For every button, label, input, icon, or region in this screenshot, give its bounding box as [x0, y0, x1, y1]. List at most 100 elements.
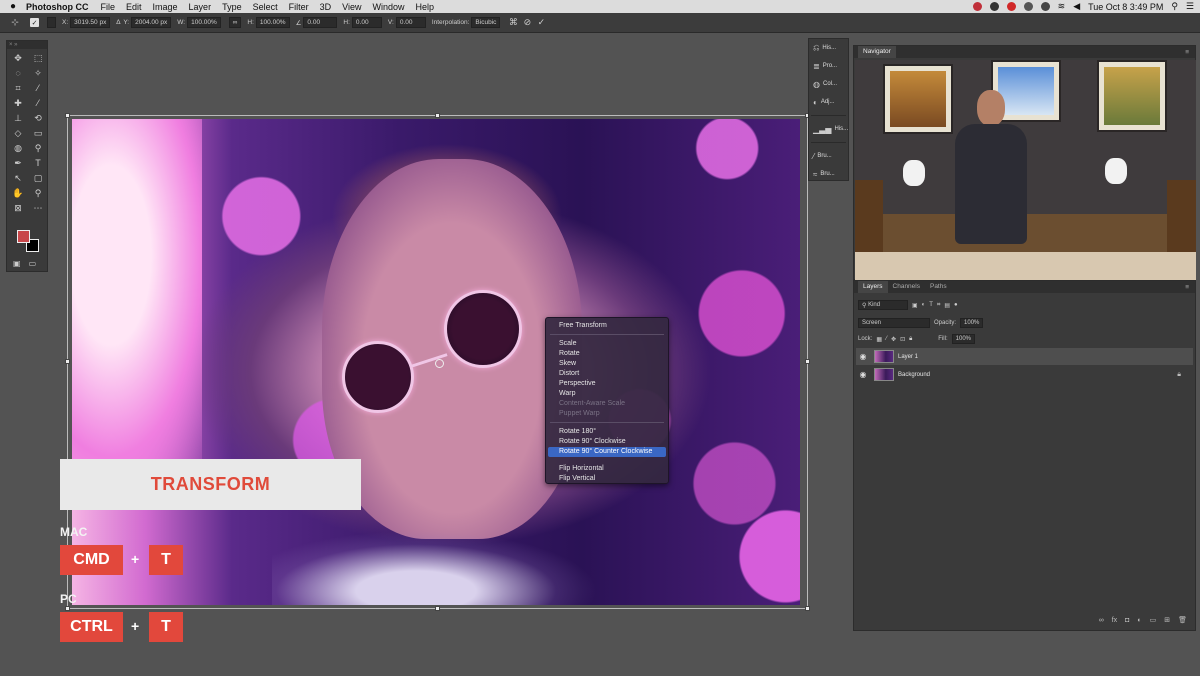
filter-shape-icon[interactable]: ⌗ — [937, 302, 940, 309]
rotation-angle-field[interactable]: 0.00 — [303, 17, 338, 28]
tools-panel-header[interactable]: × » — [7, 41, 47, 49]
panel-history[interactable]: ⎌ His... — [809, 39, 848, 57]
transform-handle-top-left[interactable] — [65, 113, 70, 118]
interpolation-select[interactable]: Bicubic — [471, 17, 501, 28]
shape-tool-icon[interactable]: ▢ — [28, 171, 48, 185]
layer-row-background[interactable]: ◉ Background 🔒︎ — [856, 366, 1193, 383]
foreground-color-swatch[interactable] — [17, 230, 30, 243]
maintain-aspect-ratio-icon[interactable]: ∞ — [228, 17, 242, 28]
quick-mask-icon[interactable]: ▣ — [13, 259, 21, 268]
horizontal-skew-field[interactable]: 0.00 — [351, 17, 382, 28]
link-layers-icon[interactable]: ∞ — [1099, 617, 1104, 624]
screen-mode-icon[interactable]: ▭ — [29, 259, 37, 268]
creative-cloud-icon[interactable] — [1006, 2, 1016, 11]
history-brush-icon[interactable]: ⟲ — [28, 111, 48, 125]
transform-handle-top[interactable] — [435, 113, 440, 118]
menu-item-rotate[interactable]: Rotate — [546, 349, 668, 359]
blend-mode-select[interactable]: Screen — [858, 318, 930, 328]
menu-item-flip-horizontal[interactable]: Flip Horizontal — [546, 464, 668, 474]
app-menu[interactable]: Photoshop CC — [26, 2, 89, 12]
delete-layer-icon[interactable]: 🗑︎ — [1178, 616, 1187, 624]
relative-position-icon[interactable]: ∆ — [116, 19, 120, 26]
menu-help[interactable]: Help — [415, 2, 434, 12]
group-layers-icon[interactable]: ▭ — [1150, 616, 1157, 624]
fill-field[interactable]: 100% — [951, 334, 975, 344]
lasso-tool-icon[interactable]: ◌ — [8, 66, 28, 80]
adobe-cc-icon[interactable] — [972, 2, 982, 11]
lock-image-icon[interactable]: ⁄ — [886, 336, 887, 342]
type-tool-icon[interactable]: T — [28, 156, 48, 170]
opacity-field[interactable]: 100% — [960, 318, 984, 328]
menu-3d[interactable]: 3D — [320, 2, 332, 12]
panel-properties[interactable]: ≣ Pro... — [809, 57, 848, 75]
panel-adjustments[interactable]: ◐ Adj... — [809, 93, 848, 111]
tab-paths[interactable]: Paths — [925, 281, 952, 293]
filter-pixel-icon[interactable]: ▣ — [912, 302, 918, 309]
lock-pixels-icon[interactable]: ▦ — [876, 336, 882, 343]
navigator-preview[interactable] — [855, 60, 1196, 280]
menu-item-scale[interactable]: Scale — [546, 339, 668, 349]
cancel-transform-icon[interactable]: ⊘ — [520, 16, 534, 30]
tab-navigator[interactable]: Navigator — [858, 46, 896, 58]
marquee-tool-icon[interactable]: ⬚ — [28, 51, 48, 65]
menu-view[interactable]: View — [342, 2, 361, 12]
brush-tool-icon[interactable]: ⁄ — [28, 96, 48, 110]
menu-filter[interactable]: Filter — [289, 2, 309, 12]
panel-histogram[interactable]: ▁▃▅ His... — [809, 120, 848, 138]
blur-tool-icon[interactable]: ◍ — [8, 141, 28, 155]
panel-brushes[interactable]: ⁄ Bru... — [809, 147, 848, 165]
visibility-eye-icon[interactable]: ◉ — [856, 352, 870, 361]
path-select-icon[interactable]: ↖ — [8, 171, 28, 185]
tab-channels[interactable]: Channels — [888, 281, 925, 293]
menu-layer[interactable]: Layer — [189, 2, 212, 12]
filter-adjustment-icon[interactable]: ◐ — [922, 302, 926, 308]
filter-type-icon[interactable]: T — [929, 302, 933, 308]
edit-toolbar-icon[interactable]: ⊠ — [8, 201, 28, 215]
menu-item-rotate-90-cw[interactable]: Rotate 90° Clockwise — [546, 437, 668, 447]
lock-position-icon[interactable]: ✥ — [891, 336, 896, 343]
menu-item-rotate-90-ccw[interactable]: Rotate 90° Counter Clockwise — [548, 447, 666, 457]
menu-image[interactable]: Image — [153, 2, 178, 12]
pen-tool-icon[interactable]: ✒ — [8, 156, 28, 170]
reference-point-locator-icon[interactable] — [45, 17, 56, 28]
layer-style-icon[interactable]: fx — [1112, 617, 1117, 624]
more-tools-icon[interactable]: ⋯ — [28, 201, 48, 215]
layer-mask-icon[interactable]: ◘ — [1125, 617, 1129, 624]
transform-handle-bottom-right[interactable] — [805, 606, 810, 611]
commit-transform-icon[interactable]: ✓ — [534, 16, 548, 30]
transform-tool-preset-icon[interactable]: ⊹ — [0, 16, 30, 30]
eyedropper-icon[interactable]: ⁄ — [28, 81, 48, 95]
clock[interactable]: Tue Oct 8 3:49 PM — [1088, 2, 1163, 12]
menu-item-free-transform[interactable]: Free Transform — [546, 321, 668, 331]
menu-item-skew[interactable]: Skew — [546, 359, 668, 369]
dodge-tool-icon[interactable]: ⚲ — [28, 141, 48, 155]
menu-item-flip-vertical[interactable]: Flip Vertical — [546, 474, 668, 484]
panel-color[interactable]: ◍ Col... — [809, 75, 848, 93]
menu-window[interactable]: Window — [372, 2, 404, 12]
reference-point-checkbox[interactable]: ✓ — [30, 18, 39, 27]
vertical-skew-field[interactable]: 0.00 — [395, 17, 426, 28]
notification-center-icon[interactable]: ☰ — [1186, 1, 1194, 12]
transform-handle-bottom[interactable] — [435, 606, 440, 611]
filter-toggle-icon[interactable]: ● — [954, 302, 958, 308]
filter-smart-object-icon[interactable]: ▤ — [944, 302, 950, 309]
tab-layers[interactable]: Layers — [858, 281, 888, 293]
menu-item-perspective[interactable]: Perspective — [546, 379, 668, 389]
wifi-icon[interactable]: ≋ — [1058, 1, 1066, 12]
warp-mode-icon[interactable]: ⌘ — [506, 16, 520, 30]
transform-handle-right[interactable] — [805, 359, 810, 364]
time-machine-icon[interactable] — [1040, 2, 1050, 11]
filter-kind-select[interactable]: ⚲ Kind — [858, 300, 908, 310]
stamp-tool-icon[interactable]: ⊥ — [8, 111, 28, 125]
x-position-field[interactable]: 3019.50 px — [70, 17, 111, 28]
volume-icon[interactable]: ◀ — [1073, 1, 1080, 12]
menu-item-warp[interactable]: Warp — [546, 389, 668, 399]
transform-pivot-point[interactable] — [435, 359, 444, 368]
hand-tool-icon[interactable]: ✋ — [8, 186, 28, 200]
panel-menu-icon[interactable]: ≡ — [1185, 284, 1189, 291]
panel-menu-icon[interactable]: ≡ — [1185, 49, 1189, 56]
healing-brush-icon[interactable]: ✚ — [8, 96, 28, 110]
height-field[interactable]: 100.00% — [255, 17, 290, 28]
new-layer-icon[interactable]: ⊞ — [1164, 616, 1170, 624]
menu-type[interactable]: Type — [222, 2, 242, 12]
